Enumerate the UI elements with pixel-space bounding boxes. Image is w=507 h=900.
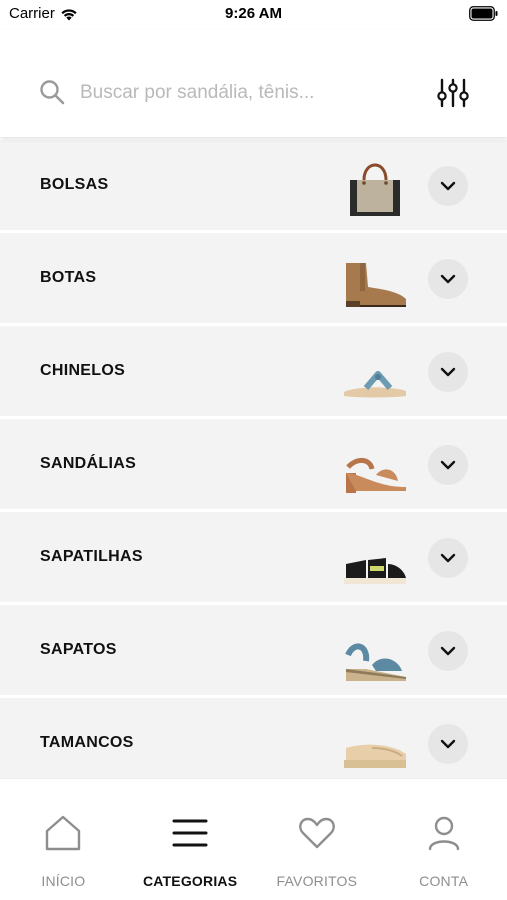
tab-label: CATEGORIAS [142,873,238,889]
sneaker-sandal-image [344,558,406,584]
chevron-down-icon [440,460,456,470]
category-row-sapatilhas[interactable]: SAPATILHAS [0,512,507,602]
expand-button[interactable] [428,259,468,299]
battery-icon [469,6,498,21]
chevron-down-icon [440,181,456,191]
tab-favoritos[interactable]: FAVORITOS [254,779,381,900]
status-time: 9:26 AM [225,5,282,22]
category-label: SAPATOS [40,641,117,658]
chevron-down-icon [440,739,456,749]
clog-image [344,744,406,768]
chevron-down-icon [440,646,456,656]
category-row-botas[interactable]: BOTAS [0,233,507,323]
ankle-boot-image [346,263,406,307]
search-icon [40,80,65,105]
heart-icon [298,817,335,849]
category-row-bolsas[interactable]: BOLSAS [0,140,507,230]
tab-label: INÍCIO [41,873,86,889]
category-label: BOTAS [40,269,97,286]
category-row-sandalias[interactable]: SANDÁLIAS [0,419,507,509]
flip-flop-image [344,371,406,398]
expand-button[interactable] [428,445,468,485]
expand-button[interactable] [428,631,468,671]
home-icon [46,815,81,851]
category-label: TAMANCOS [40,734,134,751]
status-bar: Carrier 9:26 AM [0,0,507,30]
tab-label: CONTA [419,873,469,889]
search-header [0,30,507,137]
category-label: SAPATILHAS [40,548,143,565]
chevron-down-icon [440,367,456,377]
category-label: CHINELOS [40,362,126,379]
tab-conta[interactable]: CONTA [380,779,507,900]
chevron-down-icon [440,553,456,563]
search-input[interactable] [80,78,400,108]
tab-label: FAVORITOS [276,873,358,889]
tab-inicio[interactable]: INÍCIO [0,779,127,900]
tab-bar: INÍCIO CATEGORIAS FAVORITOS CONTA [0,778,507,900]
expand-button[interactable] [428,724,468,764]
expand-button[interactable] [428,166,468,206]
chevron-down-icon [440,274,456,284]
handbag-image [350,163,400,216]
category-row-tamancos[interactable]: TAMANCOS [0,698,507,778]
wedge-sandal-image [345,643,406,681]
block-heel-sandal-image [346,458,406,493]
category-label: BOLSAS [40,176,109,193]
category-label: SANDÁLIAS [40,455,137,472]
category-row-sapatos[interactable]: SAPATOS [0,605,507,695]
expand-button[interactable] [428,538,468,578]
category-list: BOLSAS BOTAS CHINELOS SANDÁLIAS SAPATILH… [0,140,507,778]
category-row-chinelos[interactable]: CHINELOS [0,326,507,416]
tab-categorias[interactable]: CATEGORIAS [127,779,254,900]
expand-button[interactable] [428,352,468,392]
sliders-icon[interactable] [436,77,470,109]
list-icon [172,819,208,847]
user-icon [428,816,459,851]
